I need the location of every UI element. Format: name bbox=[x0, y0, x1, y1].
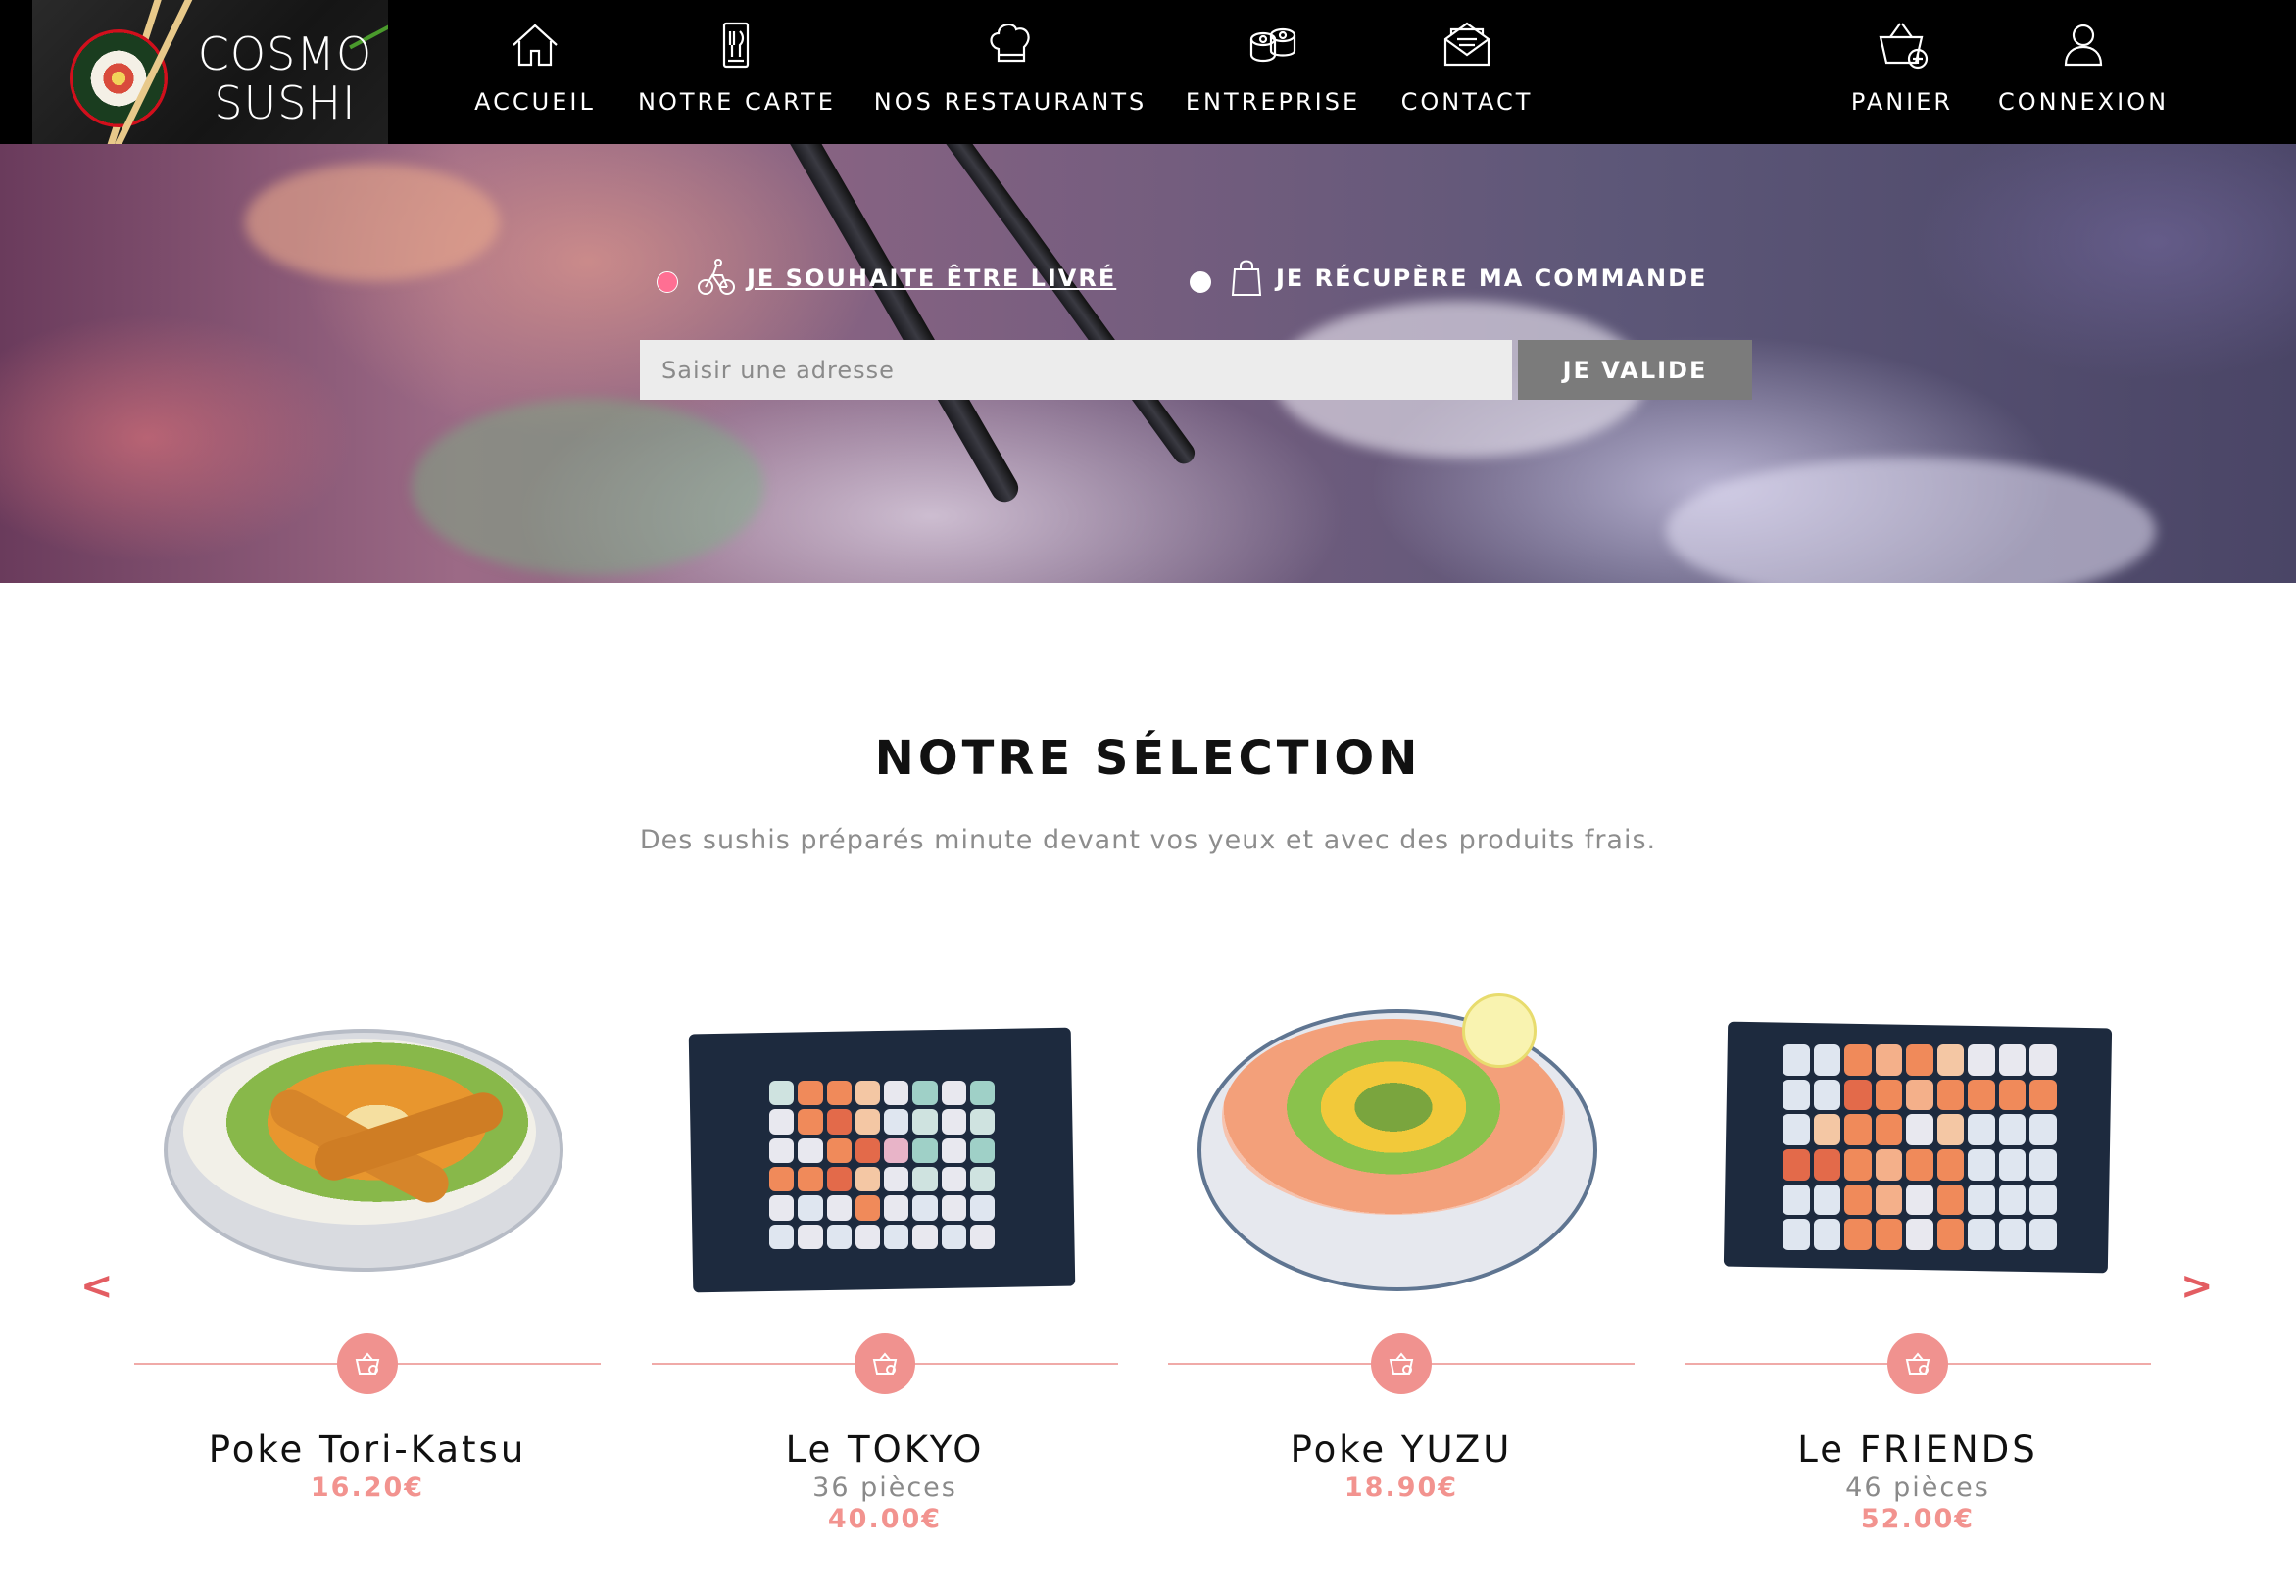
shopping-bag-icon bbox=[1227, 256, 1266, 299]
carousel-next-arrow[interactable]: > bbox=[2180, 1264, 2214, 1309]
product-card[interactable]: Poke YUZU 18.90€ bbox=[1168, 960, 1635, 1548]
nav-label: NOS RESTAURANTS bbox=[873, 88, 1148, 116]
chopstick-photo bbox=[882, 144, 1199, 468]
address-input[interactable] bbox=[640, 340, 1512, 400]
sushi-rolls-icon bbox=[1244, 16, 1302, 74]
nav-item-connexion[interactable]: CONNEXION bbox=[1995, 0, 2172, 144]
product-price: 18.90€ bbox=[1343, 1473, 1459, 1503]
product-price: 40.00€ bbox=[827, 1504, 943, 1534]
section-subtitle: Des sushis préparés minute devant vos ye… bbox=[639, 825, 1657, 855]
menu-card-icon bbox=[707, 16, 765, 74]
nav-label: NOTRE CARTE bbox=[638, 88, 836, 116]
sushi-rolls-graphic bbox=[769, 1081, 995, 1249]
nav-item-contact[interactable]: CONTACT bbox=[1393, 0, 1540, 144]
nav-item-nos-restaurants[interactable]: NOS RESTAURANTS bbox=[873, 0, 1148, 144]
validate-button[interactable]: JE VALIDE bbox=[1518, 340, 1752, 400]
chopstick-photo bbox=[745, 144, 1024, 508]
nav-label: ACCUEIL bbox=[474, 88, 596, 116]
sushi-rolls-graphic bbox=[1783, 1044, 2057, 1250]
product-name[interactable]: Poke YUZU bbox=[1168, 1428, 1635, 1471]
pickup-radio[interactable] bbox=[1190, 271, 1211, 293]
product-name[interactable]: Le TOKYO bbox=[652, 1428, 1118, 1471]
section-title: NOTRE SÉLECTION bbox=[874, 731, 1422, 786]
basket-icon bbox=[1905, 1352, 1930, 1375]
delivery-radio[interactable] bbox=[657, 271, 678, 293]
basket-icon bbox=[355, 1352, 380, 1375]
nav-item-notre-carte[interactable]: NOTRE CARTE bbox=[638, 0, 834, 144]
chef-hat-icon bbox=[981, 16, 1040, 74]
product-photo[interactable] bbox=[1685, 960, 2151, 1313]
hero-background-blur bbox=[1666, 458, 2156, 583]
user-icon bbox=[2054, 16, 2113, 74]
pickup-option-label[interactable]: JE RÉCUPÈRE MA COMMANDE bbox=[1276, 265, 1707, 292]
product-card[interactable]: Le TOKYO 36 pièces 40.00€ bbox=[652, 960, 1118, 1548]
house-icon bbox=[506, 16, 564, 74]
nav-item-panier[interactable]: PANIER bbox=[1838, 0, 1966, 144]
logo-word-line1: COSMO bbox=[197, 27, 373, 80]
hero-background-blur bbox=[412, 399, 764, 575]
envelope-icon bbox=[1438, 16, 1496, 74]
nav-label: CONNEXION bbox=[1997, 88, 2170, 116]
nav-item-entreprise[interactable]: ENTREPRISE bbox=[1177, 0, 1369, 144]
nav-label: ENTREPRISE bbox=[1185, 88, 1361, 116]
add-to-cart-button[interactable] bbox=[1887, 1333, 1948, 1394]
hero-background-blur bbox=[245, 164, 500, 281]
basket-icon bbox=[1873, 16, 1931, 74]
add-to-cart-button[interactable] bbox=[337, 1333, 398, 1394]
product-photo[interactable] bbox=[134, 960, 601, 1313]
nav-label: CONTACT bbox=[1400, 88, 1534, 116]
product-name[interactable]: Poke Tori-Katsu bbox=[134, 1428, 601, 1471]
add-to-cart-button[interactable] bbox=[855, 1333, 915, 1394]
product-price: 52.00€ bbox=[1860, 1504, 1976, 1534]
nav-label: PANIER bbox=[1850, 88, 1954, 116]
nav-item-accueil[interactable]: ACCUEIL bbox=[466, 0, 604, 144]
lemon-slice-graphic bbox=[1462, 993, 1537, 1068]
product-price: 16.20€ bbox=[310, 1473, 425, 1503]
product-pieces: 36 pièces bbox=[812, 1473, 957, 1503]
product-card[interactable]: Le FRIENDS 46 pièces 52.00€ bbox=[1685, 960, 2151, 1548]
cosmo-sushi-logo[interactable]: COSMO SUSHI bbox=[32, 0, 388, 144]
delivery-option-label[interactable]: JE SOUHAITE ÊTRE LIVRÉ bbox=[747, 265, 1116, 292]
logo-word-line2: SUSHI bbox=[214, 76, 357, 129]
carousel-prev-arrow[interactable]: < bbox=[80, 1264, 114, 1309]
product-name[interactable]: Le FRIENDS bbox=[1685, 1428, 2151, 1471]
basket-icon bbox=[872, 1352, 898, 1375]
product-pieces: 46 pièces bbox=[1845, 1473, 1990, 1503]
product-photo[interactable] bbox=[1168, 960, 1635, 1313]
product-photo[interactable] bbox=[652, 960, 1118, 1313]
product-card[interactable]: Poke Tori-Katsu 16.20€ bbox=[134, 960, 601, 1548]
bicycle-delivery-icon bbox=[697, 256, 736, 299]
top-navigation-bar: COSMO SUSHI ACCUEIL NOTRE CARTE NOS REST… bbox=[0, 0, 2296, 144]
basket-icon bbox=[1389, 1352, 1414, 1375]
add-to-cart-button[interactable] bbox=[1371, 1333, 1432, 1394]
